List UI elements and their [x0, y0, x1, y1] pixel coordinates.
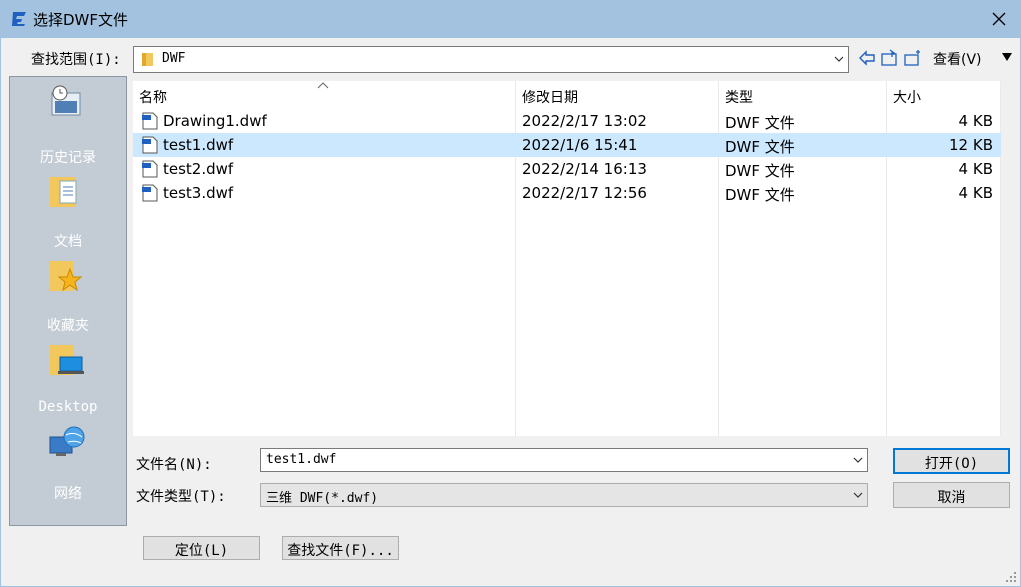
- file-name: test1.dwf: [163, 136, 234, 154]
- open-button-label: 打开(O): [924, 456, 979, 472]
- title-bar: 选择DWF文件: [0, 0, 1021, 38]
- open-button[interactable]: 打开(O): [893, 448, 1010, 474]
- place-favorites[interactable]: 收藏夹: [10, 249, 126, 334]
- filename-value: test1.dwf: [266, 452, 337, 467]
- file-type: DWF 文件: [725, 162, 795, 180]
- cancel-button[interactable]: 取消: [893, 482, 1010, 508]
- filename-input[interactable]: test1.dwf: [260, 448, 868, 472]
- file-date: 2022/2/17 12:56: [522, 184, 647, 202]
- chevron-down-icon: [834, 56, 844, 62]
- network-icon: [49, 426, 85, 456]
- dwf-file-icon: [142, 136, 158, 154]
- desktop-icon: [50, 345, 84, 375]
- documents-icon: [50, 177, 77, 207]
- lookin-combo[interactable]: DWF: [133, 46, 849, 73]
- filetype-select[interactable]: 三维 DWF(*.dwf): [260, 483, 868, 507]
- dwf-file-icon: [142, 160, 158, 178]
- dwf-file-icon: [142, 184, 158, 202]
- file-row-test1[interactable]: test1.dwf 2022/1/6 15:41 DWF 文件 12 KB: [133, 133, 1001, 157]
- file-name: test3.dwf: [163, 184, 234, 202]
- file-list[interactable]: 名称 修改日期 类型 大小 Drawing1.dwf 2022/2/17 13:…: [133, 81, 1001, 436]
- triangle-down-icon[interactable]: [1001, 51, 1013, 63]
- locate-button-label: 定位(L): [174, 543, 229, 559]
- views-menu-button[interactable]: 查看(V): [933, 49, 982, 69]
- favorites-icon: [50, 261, 83, 292]
- cancel-button-label: 取消: [937, 490, 966, 506]
- resize-grip-icon[interactable]: [1005, 571, 1017, 583]
- file-type: DWF 文件: [725, 186, 795, 204]
- file-date: 2022/1/6 15:41: [522, 136, 638, 154]
- chevron-down-icon: [853, 492, 863, 498]
- file-type: DWF 文件: [725, 114, 795, 132]
- file-date: 2022/2/17 13:02: [522, 112, 647, 130]
- column-header-type[interactable]: 类型: [719, 81, 753, 107]
- column-header-date[interactable]: 修改日期: [516, 81, 578, 107]
- column-header-size[interactable]: 大小: [887, 81, 921, 107]
- sort-ascending-icon: [317, 82, 329, 89]
- back-arrow-icon[interactable]: [857, 48, 877, 68]
- folder-icon: [142, 53, 153, 66]
- place-network[interactable]: 网络: [10, 417, 126, 502]
- file-size: 12 KB: [949, 136, 993, 154]
- lookin-label: 查找范围(I):: [31, 52, 121, 68]
- app-logo-icon: [12, 12, 26, 26]
- place-history[interactable]: 历史记录: [10, 81, 126, 166]
- file-row-test2[interactable]: test2.dwf 2022/2/14 16:13 DWF 文件 4 KB: [133, 157, 1001, 181]
- file-row-drawing1[interactable]: Drawing1.dwf 2022/2/17 13:02 DWF 文件 4 KB: [133, 109, 1001, 133]
- find-file-button-label: 查找文件(F)...: [287, 543, 394, 559]
- file-date: 2022/2/14 16:13: [522, 160, 647, 178]
- column-header-name[interactable]: 名称: [133, 81, 167, 107]
- file-size: 4 KB: [958, 112, 993, 130]
- close-icon[interactable]: [984, 4, 1014, 34]
- place-label: 收藏夹: [47, 318, 89, 334]
- file-size: 4 KB: [958, 160, 993, 178]
- filename-label: 文件名(N):: [136, 457, 212, 473]
- file-row-test3[interactable]: test3.dwf 2022/2/17 12:56 DWF 文件 4 KB: [133, 181, 1001, 205]
- filetype-value: 三维 DWF(*.dwf): [266, 491, 379, 506]
- find-file-button[interactable]: 查找文件(F)...: [282, 536, 399, 560]
- place-desktop[interactable]: Desktop: [10, 333, 126, 417]
- file-type: DWF 文件: [725, 138, 795, 156]
- places-bar: 历史记录 文档 收藏夹 Desktop 网络: [9, 76, 127, 526]
- place-documents[interactable]: 文档: [10, 165, 126, 250]
- file-size: 4 KB: [958, 184, 993, 202]
- file-name: test2.dwf: [163, 160, 234, 178]
- file-name: Drawing1.dwf: [163, 112, 267, 130]
- place-label: 网络: [54, 486, 82, 502]
- history-icon: [51, 85, 81, 116]
- place-label: 历史记录: [40, 150, 96, 166]
- filetype-label: 文件类型(T):: [136, 489, 226, 505]
- chevron-down-icon[interactable]: [853, 455, 863, 465]
- new-folder-icon[interactable]: [903, 48, 923, 68]
- locate-button[interactable]: 定位(L): [143, 536, 260, 560]
- up-folder-icon[interactable]: [880, 48, 900, 68]
- dwf-file-icon: [142, 112, 158, 130]
- place-label: 文档: [54, 234, 82, 250]
- lookin-value: DWF: [162, 51, 186, 66]
- window-title: 选择DWF文件: [33, 11, 129, 29]
- place-label: Desktop: [38, 399, 98, 415]
